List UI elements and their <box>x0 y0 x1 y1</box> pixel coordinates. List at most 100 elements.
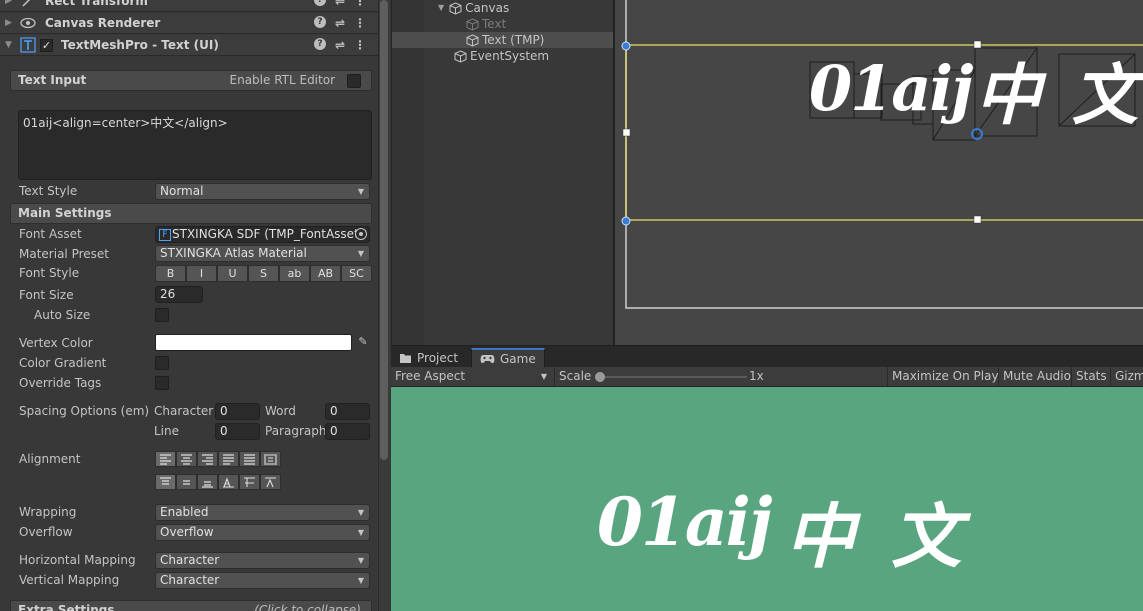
lowercase-button[interactable]: ab <box>279 265 310 282</box>
tab-label: Game <box>500 351 536 366</box>
dropdown-arrow-icon: ▼ <box>357 528 364 537</box>
hierarchy-item-text[interactable]: Text <box>466 16 506 32</box>
extra-settings-section[interactable]: Extra Settings (Click to collapse) <box>10 600 372 611</box>
scale-slider-track[interactable] <box>597 376 747 378</box>
presets-icon[interactable]: ⇌ <box>335 38 345 52</box>
foldout-arrow-icon[interactable]: ▼ <box>5 40 17 50</box>
vertex-color-swatch[interactable] <box>155 334 352 351</box>
rect-transform-header[interactable]: ▶ Rect Transform ? ⇌ ⋮ <box>0 0 378 12</box>
hierarchy-item-canvas[interactable]: ▼ Canvas <box>438 0 509 16</box>
collapse-hint: (Click to collapse) <box>254 603 361 611</box>
textmeshpro-header[interactable]: ▼ ✓ TextMeshPro - Text (UI) ? ⇌ ⋮ <box>0 35 378 56</box>
uppercase-button[interactable]: AB <box>310 265 341 282</box>
material-preset-dropdown[interactable]: STXINGKA Atlas Material ▼ <box>155 245 370 262</box>
color-gradient-checkbox[interactable] <box>155 356 169 370</box>
vertex-color-label: Vertex Color <box>19 336 93 350</box>
foldout-arrow-icon[interactable]: ▶ <box>5 0 17 6</box>
italic-button[interactable]: I <box>186 265 217 282</box>
dropdown-value: Overflow <box>160 525 214 539</box>
game-view[interactable]: 01aij 中 文 <box>391 387 1143 611</box>
overflow-dropdown[interactable]: Overflow ▼ <box>155 524 370 541</box>
text-input-field[interactable]: 01aij<align=center>中文</align> <box>18 110 372 180</box>
align-middle-icon[interactable] <box>176 474 197 490</box>
align-right-icon[interactable] <box>197 451 218 467</box>
maximize-on-play-button[interactable]: Maximize On Play <box>887 367 1003 386</box>
help-icon[interactable]: ? <box>313 16 326 28</box>
text-style-dropdown[interactable]: Normal ▼ <box>155 183 370 200</box>
align-bottom-icon[interactable] <box>197 474 218 490</box>
vertical-mapping-dropdown[interactable]: Character ▼ <box>155 572 370 589</box>
underline-button[interactable]: U <box>217 265 248 282</box>
aspect-dropdown[interactable]: Free Aspect ▼ <box>391 367 551 386</box>
word-spacing-field[interactable]: 0 <box>325 403 370 420</box>
rtl-editor-checkbox[interactable] <box>347 73 361 88</box>
hierarchy-item-text-tmp[interactable]: Text (TMP) <box>392 32 614 48</box>
align-left-icon[interactable] <box>155 451 176 467</box>
rtl-editor-label: Enable RTL Editor <box>229 73 336 87</box>
scene-text-cjk: 中 文 <box>975 56 1142 134</box>
mute-audio-button[interactable]: Mute Audio <box>998 367 1075 386</box>
auto-size-checkbox[interactable] <box>155 308 169 322</box>
dropdown-value: STXINGKA Atlas Material <box>160 246 307 260</box>
bold-button[interactable]: B <box>155 265 186 282</box>
foldout-arrow-icon[interactable]: ▶ <box>5 18 17 28</box>
component-enabled-checkbox[interactable]: ✓ <box>40 38 53 52</box>
color-gradient-label: Color Gradient <box>19 356 107 370</box>
strikethrough-button[interactable]: S <box>248 265 279 282</box>
section-title: Main Settings <box>18 206 112 220</box>
folder-icon <box>400 353 411 363</box>
help-icon[interactable]: ? <box>313 38 326 50</box>
align-baseline-icon[interactable] <box>218 474 239 490</box>
gameobject-cube-icon <box>454 49 467 63</box>
align-top-icon[interactable] <box>155 474 176 490</box>
hierarchy-item-eventsystem[interactable]: EventSystem <box>454 48 549 64</box>
font-asset-field[interactable]: F STXINGKA SDF (TMP_FontAsset) <box>155 226 370 243</box>
horizontal-mapping-dropdown[interactable]: Character ▼ <box>155 552 370 569</box>
hierarchy-item-label: EventSystem <box>470 49 550 63</box>
presets-icon[interactable]: ⇌ <box>335 0 345 8</box>
line-spacing-field[interactable]: 0 <box>215 423 260 440</box>
override-tags-checkbox[interactable] <box>155 376 169 390</box>
gizmos-button[interactable]: Gizmos <box>1110 367 1143 386</box>
tab-project[interactable]: Project <box>391 348 466 368</box>
align-capline-icon[interactable] <box>260 474 281 490</box>
stats-button[interactable]: Stats <box>1071 367 1111 386</box>
presets-icon[interactable]: ⇌ <box>335 16 345 30</box>
tab-label: Project <box>417 350 459 365</box>
align-geometry-center-icon[interactable] <box>260 451 281 467</box>
foldout-arrow-icon[interactable]: ▼ <box>438 0 444 16</box>
font-asset-icon: F <box>159 228 171 241</box>
word-spacing-label: Word <box>265 404 296 418</box>
object-picker-icon[interactable] <box>355 228 367 240</box>
main-settings-section[interactable]: Main Settings <box>10 203 372 224</box>
align-center-icon[interactable] <box>176 451 197 467</box>
character-spacing-field[interactable]: 0 <box>215 403 260 420</box>
game-text-latin: 01aij <box>597 483 773 561</box>
inspector-scrollbar-thumb[interactable] <box>380 0 388 460</box>
canvas-renderer-header[interactable]: ▶ Canvas Renderer ? ⇌ ⋮ <box>0 13 378 34</box>
material-preset-label: Material Preset <box>19 247 109 261</box>
align-justified-icon[interactable] <box>218 451 239 467</box>
smallcaps-button[interactable]: SC <box>341 265 372 282</box>
align-flush-icon[interactable] <box>239 451 260 467</box>
scale-value: 1x <box>749 369 764 383</box>
scale-slider-thumb[interactable] <box>595 372 605 382</box>
context-menu-icon[interactable]: ⋮ <box>354 16 366 30</box>
tab-game[interactable]: Game <box>471 348 545 368</box>
dropdown-value: Enabled <box>160 505 209 519</box>
help-icon[interactable]: ? <box>313 0 326 6</box>
align-midline-icon[interactable] <box>239 474 260 490</box>
paragraph-spacing-field[interactable]: 0 <box>325 423 370 440</box>
scale-label: Scale <box>559 369 592 383</box>
context-menu-icon[interactable]: ⋮ <box>354 0 366 8</box>
context-menu-icon[interactable]: ⋮ <box>354 38 366 52</box>
font-style-buttons: B I U S ab AB SC <box>155 265 372 282</box>
horizontal-alignment-buttons <box>155 451 281 467</box>
hierarchy-gutter <box>392 0 424 345</box>
text-input-section[interactable]: Text Input Enable RTL Editor <box>10 70 372 91</box>
font-size-field[interactable]: 26 <box>155 286 203 303</box>
scene-view[interactable]: 01aij 中 文 <box>613 0 1143 345</box>
wrapping-dropdown[interactable]: Enabled ▼ <box>155 504 370 521</box>
eyedropper-icon[interactable]: ✎ <box>356 335 370 349</box>
dropdown-value: Free Aspect <box>395 369 466 383</box>
